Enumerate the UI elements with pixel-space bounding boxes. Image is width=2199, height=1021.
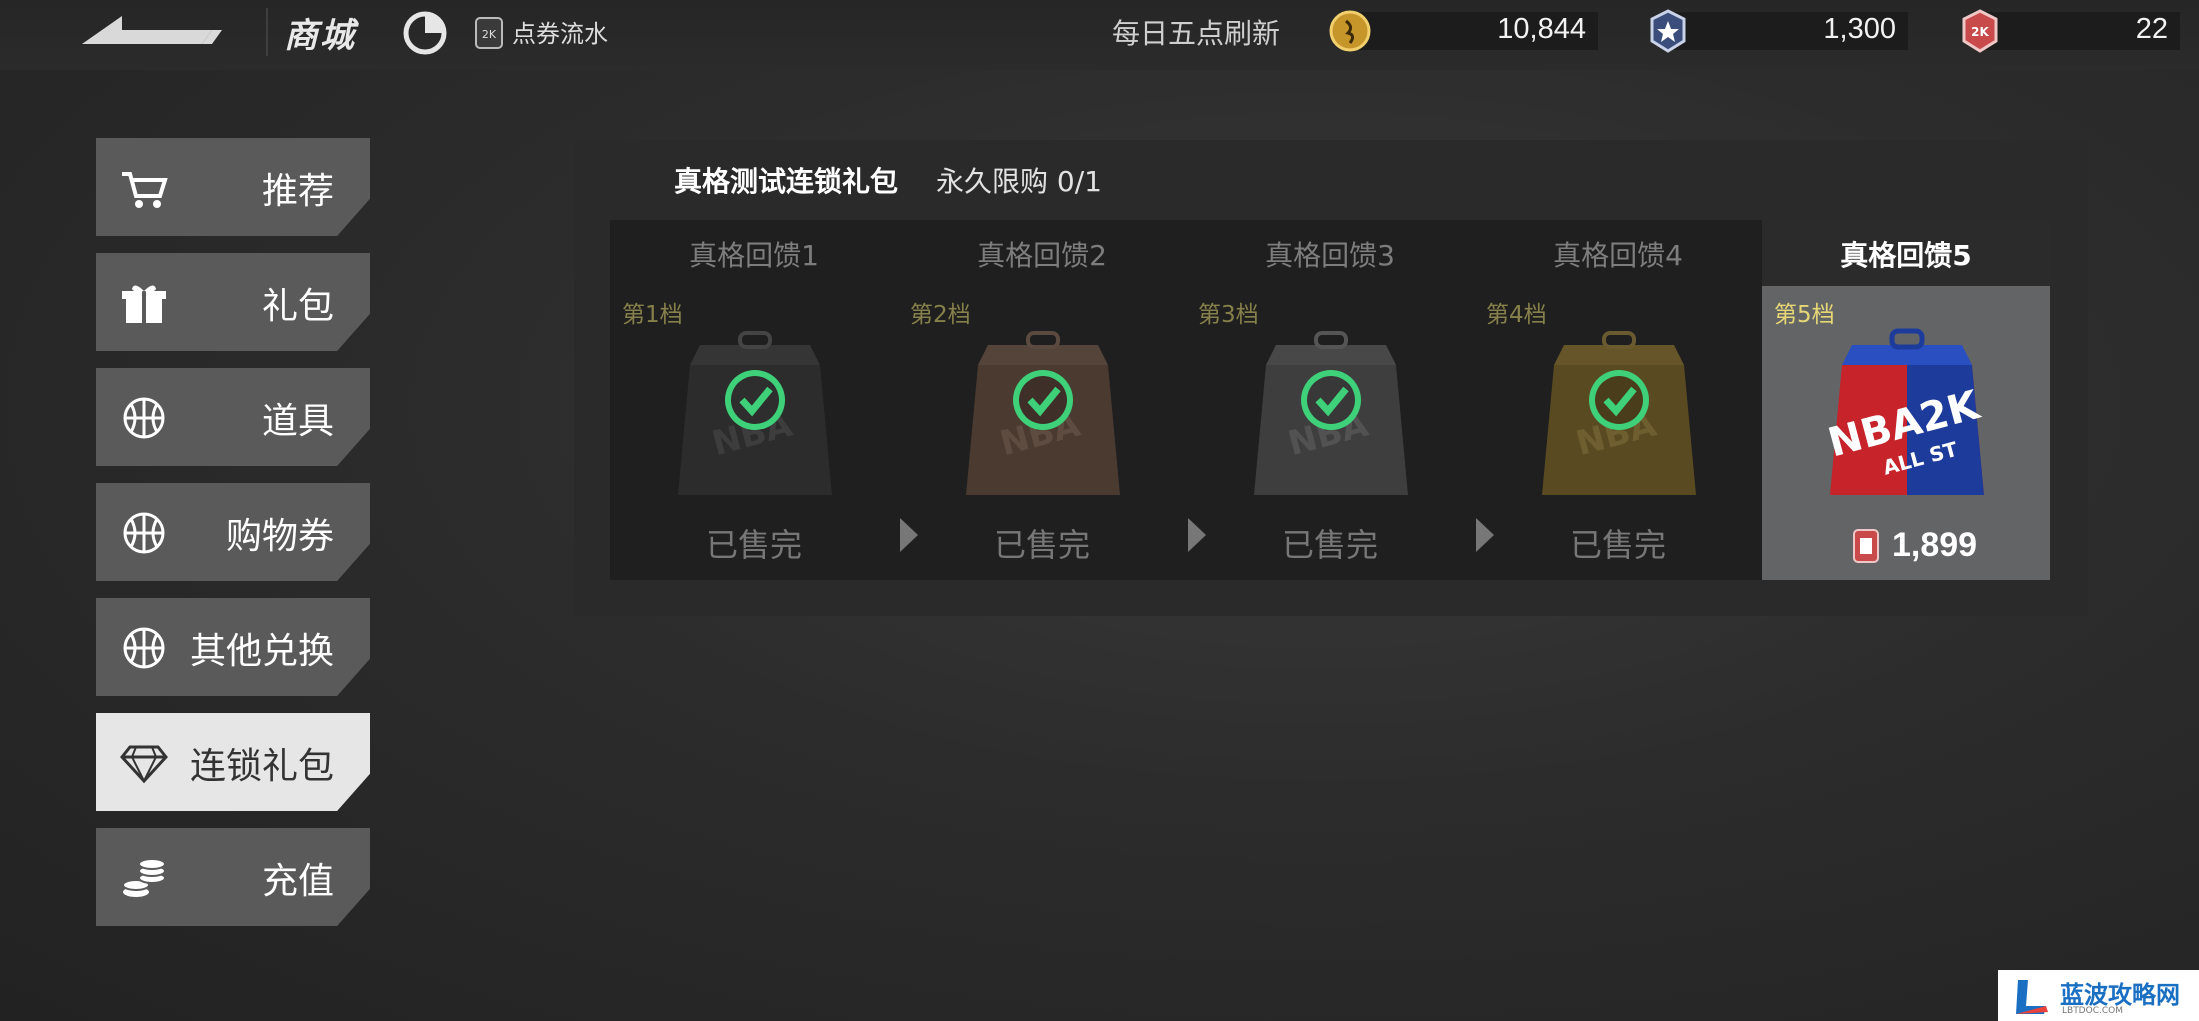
svg-text:2K: 2K	[1971, 25, 1989, 39]
sidebar-item-label: 推荐	[261, 171, 334, 212]
tier-card-2[interactable]: 真格回馈2 第2档 NBA 已售完	[898, 220, 1186, 580]
sidebar-item-label: 充值	[261, 861, 334, 902]
basketball-icon	[123, 397, 165, 439]
sidebar-item-recommend[interactable]: 推荐	[96, 138, 370, 236]
coins-icon	[122, 858, 166, 897]
sidebar-item-items[interactable]: 道具	[96, 368, 370, 466]
tier-name: 真格回馈5	[1840, 239, 1972, 272]
sidebar-item-recharge[interactable]: 充值	[96, 828, 370, 926]
pack-title: 真格测试连锁礼包	[674, 165, 899, 198]
sold-out-label: 已售完	[993, 526, 1090, 564]
tier-card-4[interactable]: 真格回馈4 第4档 NBA 已售完	[1474, 220, 1762, 580]
tier-level: 第4档	[1486, 302, 1547, 328]
sidebar-item-gift[interactable]: 礼包	[96, 253, 370, 351]
purchase-limit: 永久限购 0/1	[936, 165, 1102, 198]
diamond-icon	[120, 745, 168, 784]
price-value: 1,899	[1892, 526, 1978, 564]
top-bar: 商城 2K 点券流水 每日五点刷新 10,844 1,300 2K 22	[0, 0, 2199, 70]
tier-card-5[interactable]: 真格回馈5 第5档 NBA2K ALL ST 1,899	[1762, 220, 2050, 580]
cart-icon	[122, 172, 168, 208]
gold-value: 10,844	[1497, 13, 1586, 45]
sidebar-item-label: 购物券	[225, 516, 334, 557]
gift-icon	[122, 285, 166, 323]
currency-vc: 2K 22	[1958, 9, 2180, 53]
refresh-notice: 每日五点刷新	[1112, 17, 1281, 50]
back-arrow-icon[interactable]	[82, 12, 222, 56]
tier-level: 第2档	[910, 302, 971, 328]
watermark-text: 蓝波攻略网	[2060, 981, 2180, 1009]
sidebar-item-label: 道具	[261, 401, 334, 442]
sidebar-item-label: 礼包	[261, 286, 334, 327]
star-value: 1,300	[1823, 13, 1896, 45]
pie-chart-icon[interactable]	[402, 10, 448, 56]
sidebar-item-exchange[interactable]: 其他兑换	[96, 598, 370, 696]
pack-bag-icon: NBA	[966, 331, 1120, 495]
sold-out-label: 已售完	[1281, 526, 1378, 564]
top-divider	[266, 8, 268, 56]
sidebar-item-voucher[interactable]: 购物券	[96, 483, 370, 581]
watermark-subtext: LBTDOC.COM	[2062, 1006, 2123, 1016]
tier-level: 第5档	[1774, 302, 1835, 328]
ticket-flow-link[interactable]: 点券流水	[512, 14, 608, 49]
sold-out-label: 已售完	[1569, 526, 1666, 564]
tier-card-3[interactable]: 真格回馈3 第3档 NBA 已售完	[1186, 220, 1474, 580]
page-title: 商城	[284, 16, 356, 56]
tier-row: 真格回馈1 第1档 NBA 已售完 真格回馈2 第2档 NBA 已售完 真格回馈…	[610, 220, 2050, 580]
pack-bag-icon: NBA	[1542, 331, 1696, 495]
tier-name: 真格回馈3	[1265, 239, 1395, 272]
tier-name: 真格回馈1	[689, 239, 819, 272]
tier-level: 第3档	[1198, 302, 1259, 328]
chain-pack-panel: 真格测试连锁礼包 永久限购 0/1 真格回馈1 第1档 NBA 已售完 真格回馈…	[574, 140, 2088, 616]
pack-bag-icon: NBA	[1254, 331, 1408, 495]
vc-ticket-icon: 2K	[1962, 9, 1998, 53]
currency-gold: 10,844	[1328, 9, 1598, 53]
vc-ticket-icon	[1853, 529, 1879, 563]
star-badge-icon	[1650, 9, 1686, 53]
watermark-logo-icon	[2016, 980, 2048, 1014]
currency-star: 1,300	[1646, 9, 1908, 53]
gold-coin-icon	[1329, 10, 1371, 52]
basketball-icon	[123, 627, 165, 669]
sidebar-item-label: 其他兑换	[189, 631, 334, 672]
svg-text:2K: 2K	[482, 28, 497, 41]
site-watermark: 蓝波攻略网 LBTDOC.COM	[1998, 970, 2199, 1021]
tier-name: 真格回馈4	[1553, 239, 1683, 272]
pack-bag-icon: NBA2K ALL ST	[1823, 328, 1986, 495]
basketball-icon	[123, 512, 165, 554]
pack-bag-icon: NBA	[678, 331, 832, 495]
sold-out-label: 已售完	[705, 526, 802, 564]
sidebar-item-label: 连锁礼包	[189, 746, 334, 787]
ticket-icon[interactable]: 2K	[474, 16, 504, 50]
sidebar-item-chain-pack[interactable]: 连锁礼包	[96, 713, 370, 811]
tier-level: 第1档	[622, 302, 683, 328]
tier-card-1[interactable]: 真格回馈1 第1档 NBA 已售完	[610, 220, 898, 580]
tier-name: 真格回馈2	[977, 239, 1107, 272]
vc-value: 22	[2135, 13, 2168, 45]
